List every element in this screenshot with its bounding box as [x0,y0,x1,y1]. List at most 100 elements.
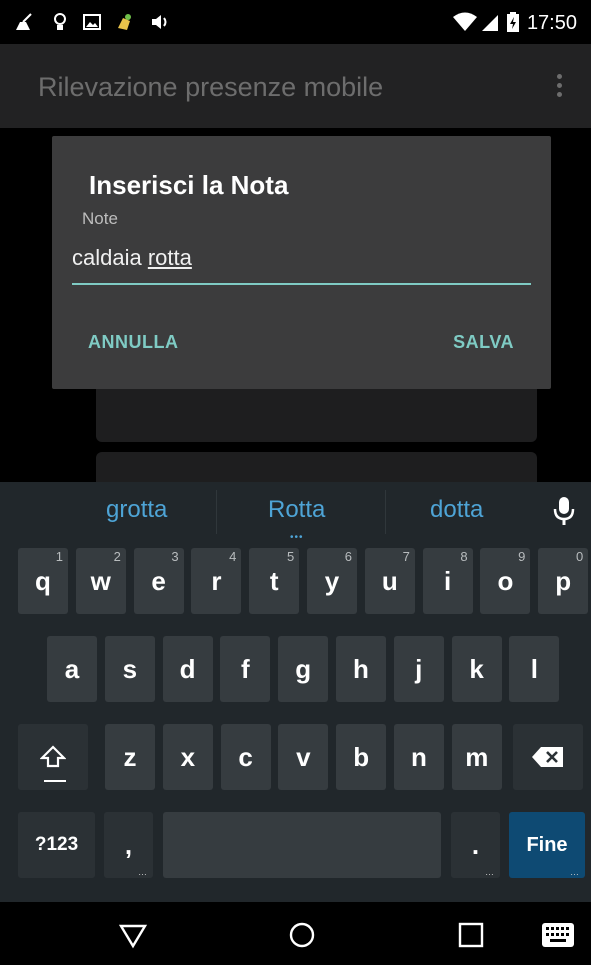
key-o[interactable]: o9 [480,548,531,614]
key-q[interactable]: q1 [18,548,68,614]
period-key[interactable]: .… [451,812,500,878]
key-v-label: v [296,741,311,772]
key-m[interactable]: m [451,724,502,790]
microphone-icon[interactable] [553,496,575,526]
shift-key[interactable] [18,724,88,790]
status-time: 17:50 [526,12,577,34]
wifi-icon [453,12,477,31]
broom-icon [16,13,32,30]
key-b[interactable]: b [336,724,387,790]
key-q-label: q [35,565,51,596]
navigation-bar [0,902,591,965]
status-bar: 17:50 [0,0,591,44]
soft-keyboard: grotta Rotta ••• dotta ?123 ,… .… Fine …… [0,482,591,902]
key-u-label: u [381,565,398,596]
key-u[interactable]: u7 [364,548,415,614]
key-w[interactable]: w2 [75,548,126,614]
key-k[interactable]: k [451,636,502,702]
key-e-label: e [151,565,166,596]
key-g[interactable]: g [278,636,329,702]
key-z[interactable]: z [105,724,155,790]
key-t-label: t [269,565,279,596]
key-l[interactable]: l [509,636,560,702]
key-b-label: b [353,741,370,772]
key-o-hint: 9 [518,549,526,564]
key-z-label: z [123,741,137,772]
save-button[interactable]: SALVA [453,332,514,353]
key-d-label: d [179,653,196,684]
home-circle-icon[interactable] [287,920,317,950]
key-u-hint: 7 [402,549,410,564]
key-h-label: h [353,653,369,684]
app-bar: Rilevazione presenze mobile [0,44,591,128]
suggestion-divider [216,490,217,534]
key-w-label: w [90,565,111,596]
comma-key[interactable]: ,… [104,812,153,878]
key-f[interactable]: f [220,636,271,702]
key-l-label: l [530,653,538,684]
recents-square-icon[interactable] [456,920,486,950]
key-q-hint: 1 [55,549,63,564]
key-y-label: y [324,565,340,596]
key-y[interactable]: y6 [307,548,357,614]
key-r-label: r [211,565,222,596]
cancel-button[interactable]: ANNULLA [88,332,179,353]
suggestion-more-dots: ••• [290,532,304,543]
key-x[interactable]: x [162,724,213,790]
key-n-label: n [411,741,427,772]
period-key-label: . [471,829,480,860]
key-m-label: m [465,741,489,772]
key-v[interactable]: v [278,724,329,790]
note-dialog: Inserisci la Nota Note caldaia rotta ANN… [52,136,551,389]
key-p[interactable]: p0 [538,548,589,614]
cleaner-app-icon [118,14,131,30]
key-r[interactable]: r4 [191,548,242,614]
volume-icon [152,15,167,29]
back-triangle-icon[interactable] [118,920,148,950]
key-c[interactable]: c [220,724,271,790]
key-a[interactable]: a [47,636,97,702]
lightbulb-icon [54,13,66,30]
keyboard-switch-icon[interactable] [541,922,575,948]
suggestion-divider [385,490,386,534]
key-r-hint: 4 [229,549,237,564]
key-j[interactable]: j [393,636,444,702]
key-i[interactable]: i8 [422,548,473,614]
done-key[interactable]: Fine… [509,812,585,878]
dialog-title: Inserisci la Nota [89,170,289,200]
key-i-hint: 8 [460,549,468,564]
key-j-label: j [415,653,423,684]
image-icon [83,14,101,30]
key-c-label: c [238,741,253,772]
key-h[interactable]: h [336,636,386,702]
suggestion-left[interactable]: grotta [106,496,167,524]
battery-charging-icon [507,12,519,32]
key-f-label: f [241,653,250,684]
space-key[interactable] [163,812,441,878]
key-s-label: s [122,653,138,684]
app-title: Rilevazione presenze mobile [38,72,384,102]
suggestion-center[interactable]: Rotta [268,496,325,524]
key-y-hint: 6 [344,549,352,564]
key-n[interactable]: n [394,724,444,790]
key-e[interactable]: e3 [133,548,184,614]
symbols-key[interactable]: ?123 [18,812,95,878]
key-a-label: a [64,653,80,684]
key-s[interactable]: s [104,636,155,702]
note-input-composing-word: rotta [147,245,192,270]
key-t[interactable]: t5 [249,548,300,614]
list-item[interactable] [96,380,537,442]
backspace-key[interactable] [513,724,583,790]
note-input[interactable]: caldaia rotta [72,239,531,285]
note-field-label: Note [82,209,118,228]
suggestion-right[interactable]: dotta [430,496,483,524]
key-d[interactable]: d [162,636,213,702]
overflow-menu-icon[interactable] [555,74,563,100]
key-p-label: p [555,565,572,596]
comma-key-label: , [124,829,133,860]
note-input-text: caldaia [72,245,148,270]
key-p-hint: 0 [575,549,584,564]
signal-icon [482,15,498,31]
shift-icon [40,745,66,768]
key-t-hint: 5 [286,549,295,564]
